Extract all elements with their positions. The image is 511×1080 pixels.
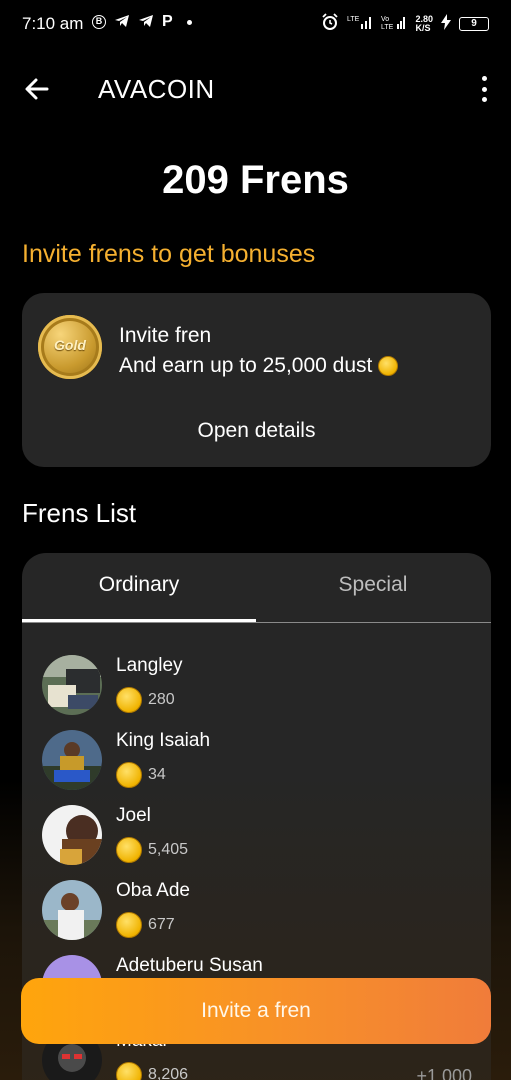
fren-row[interactable]: King Isaiah 34 [42,730,472,800]
fren-name: Oba Ade [116,880,190,901]
battery-icon: 9 [459,16,489,31]
tabs: Ordinary Special [22,553,491,623]
coin-icon [116,687,142,713]
avatar [42,730,102,790]
invite-card-subtitle-text: And earn up to 25,000 dust [119,354,373,377]
frens-count: 209 Frens [162,158,349,202]
b-circle-icon: B [92,15,106,29]
invite-fren-button[interactable]: Invite a fren [21,978,491,1044]
fren-bonus: +1,000 [416,1066,472,1080]
arrow-left-icon [25,78,49,100]
svg-text:LTE: LTE [347,16,360,23]
invite-card: Gold Invite fren And earn up to 25,000 d… [22,293,491,467]
alarm-icon [321,13,339,34]
fren-row[interactable]: Oba Ade 677 [42,880,472,950]
svg-text:LTE: LTE [381,24,394,30]
p-icon: P [162,13,173,30]
fren-row[interactable]: Langley 280 [42,655,472,725]
active-tab-indicator [22,619,256,622]
coin-icon [378,356,399,376]
fren-score-value: 677 [148,916,175,933]
telegram-icon [114,14,130,31]
fren-score: 5,405 [116,837,188,863]
network-speed-unit: K/S [415,22,431,33]
fren-score-value: 8,206 [148,1066,189,1080]
fren-row[interactable]: Joel 5,405 [42,805,472,875]
gold-coin-text: Gold [54,337,86,353]
open-details-button[interactable]: Open details [22,419,491,443]
svg-text:Vo: Vo [381,16,389,23]
notification-icons: B P [92,13,192,31]
fren-name: King Isaiah [116,730,211,751]
signal-volte-icon: Vo LTE [381,14,407,33]
fren-score: 8,206 [116,1062,188,1080]
status-right-icons: LTE Vo LTE 2.80 K/S 9 [321,13,489,34]
fren-score-value: 34 [148,766,166,783]
coin-icon [116,912,142,938]
network-speed: 2.80 K/S [415,14,433,33]
fren-name: Langley [116,655,183,676]
invite-card-title: Invite fren [119,324,212,347]
coin-icon [116,762,142,788]
fren-name: Adetuberu Susan [116,955,263,976]
tab-special[interactable]: Special [256,573,490,597]
status-time: 7:10 am [22,14,84,33]
tab-ordinary[interactable]: Ordinary [22,573,256,597]
fren-name: Joel [116,805,151,826]
gold-coin-icon: Gold [38,315,102,379]
app-title: AVACOIN [98,74,215,104]
fren-score-value: 280 [148,691,175,708]
back-button[interactable] [20,72,54,106]
status-bar: 7:10 am B P LTE Vo LTE 2.80 K/S 9 [0,0,511,48]
fren-score-value: 5,405 [148,841,189,858]
screen: 7:10 am B P LTE Vo LTE 2.80 K/S 9 AVACOI… [0,0,511,1080]
charging-icon [441,14,451,33]
more-dots-icon [481,76,487,81]
signal-lte-icon: LTE [347,14,373,33]
frens-list-title: Frens List [22,498,137,528]
fren-score: 280 [116,687,175,713]
invite-heading: Invite frens to get bonuses [22,240,316,268]
coin-icon [116,1062,142,1080]
fren-score: 34 [116,762,166,788]
more-options-button[interactable] [479,76,489,102]
fren-score: 677 [116,912,175,938]
app-bar: AVACOIN [0,62,511,118]
invite-card-subtitle: And earn up to 25,000 dust [119,354,399,378]
dot-icon [186,19,192,25]
avatar [42,655,102,715]
avatar [42,880,102,940]
telegram-icon [138,14,154,31]
coin-icon [116,837,142,863]
avatar [42,805,102,865]
